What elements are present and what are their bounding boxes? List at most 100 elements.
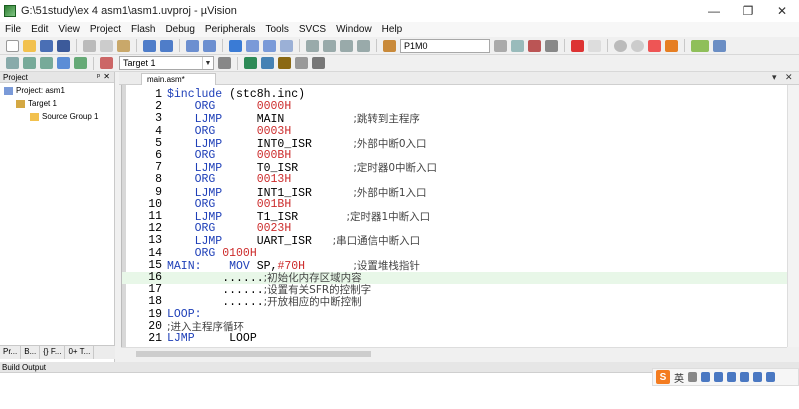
code-line[interactable]: 21 LJMP LOOP [122,332,788,345]
close-icon[interactable]: ✕ [103,72,110,81]
run-time-env-icon[interactable] [295,57,308,69]
menu-peripherals[interactable]: Peripherals [200,24,261,35]
tab-templates[interactable]: 0+ T... [65,346,95,359]
breakpoint-icon[interactable] [614,39,627,52]
menu-tools[interactable]: Tools [261,24,294,35]
code-line[interactable]: 15 MAIN: MOV SP,#70H ;设置堆栈指针 [122,259,788,272]
indent-icon[interactable] [306,39,319,52]
menu-help[interactable]: Help [377,24,408,35]
undo-icon[interactable] [143,39,156,52]
save-icon[interactable] [40,39,53,52]
maximize-button[interactable]: ❐ [731,0,765,22]
find-icon[interactable] [511,39,524,52]
menu-debug[interactable]: Debug [160,24,199,35]
ime-language-toggle[interactable]: 英 [674,370,684,385]
translate-icon[interactable] [6,57,19,69]
code-editor[interactable]: 1 $include (stc8h.inc) 2 ORG 0000H 3 LJMP M… [121,85,788,347]
menu-flash[interactable]: Flash [126,24,160,35]
code-line[interactable]: 2 ORG 0000H [122,100,788,113]
config-dropdown-icon[interactable] [588,39,601,52]
copy-icon[interactable] [100,39,113,52]
settings-icon[interactable] [665,39,678,52]
code-line[interactable]: 16 ......;初始化内存区域内容 [122,271,788,285]
close-button[interactable]: ✕ [765,0,799,22]
menu-file[interactable]: File [0,24,26,35]
next-bookmark-icon[interactable] [263,39,276,52]
code-line[interactable]: 10 ORG 001BH [122,198,788,211]
comment-icon[interactable] [340,39,353,52]
close-editor-icon[interactable]: ✕ [785,72,793,83]
uncomment-icon[interactable] [357,39,370,52]
code-line[interactable]: 19 LOOP: [122,308,788,321]
batch-build-icon[interactable] [57,57,70,69]
target-combo[interactable]: Target 1 ▼ [119,56,214,70]
scrollbar-thumb[interactable] [136,351,371,357]
code-line[interactable]: 4 ORG 0003H [122,125,788,138]
horizontal-scrollbar[interactable] [121,347,787,360]
configure-icon[interactable] [713,39,726,52]
tree-item-project[interactable]: Project: asm1 [4,86,65,95]
editor-tab-strip: main.asm* ▾ ✕ [119,72,799,85]
build-icon[interactable] [23,57,36,69]
keyboard-icon[interactable] [714,372,723,382]
menu-project[interactable]: Project [85,24,126,35]
incremental-find-icon[interactable] [545,39,558,52]
window-layout-icon[interactable] [691,39,709,52]
select-packs-icon[interactable] [278,57,291,69]
replace-icon[interactable] [528,39,541,52]
paste-icon[interactable] [117,39,130,52]
rebuild-icon[interactable] [40,57,53,69]
skin-icon[interactable] [727,372,736,382]
code-line[interactable]: 17 ......;设置有关SFR的控制字 [122,283,788,296]
cut-icon[interactable] [83,39,96,52]
tab-books[interactable]: B... [21,346,41,359]
disable-breakpoint-icon[interactable] [631,39,644,52]
debug-start-icon[interactable] [571,39,584,52]
combo-dropdown-icon[interactable] [494,39,507,52]
toolbox-icon[interactable] [740,372,749,382]
line-text: ORG 0023H [167,223,292,235]
tab-list-dropdown[interactable]: ▾ [772,72,777,83]
pack-installer-icon[interactable] [312,57,325,69]
pin-icon[interactable]: ᵖ [97,72,100,81]
menu-view[interactable]: View [53,24,85,35]
vertical-scrollbar[interactable] [787,85,799,347]
manage-components-icon[interactable] [244,57,257,69]
clear-bookmarks-icon[interactable] [280,39,293,52]
code-line[interactable]: 18 ......;开放相应的中断控制 [122,296,788,309]
save-all-icon[interactable] [57,39,70,52]
menu-svcs[interactable]: SVCS [294,24,331,35]
tab-functions[interactable]: {} F... [40,346,66,359]
stop-build-icon[interactable] [100,57,113,69]
new-file-icon[interactable] [6,39,19,52]
manage-project-icon[interactable] [261,57,274,69]
menu-window[interactable]: Window [331,24,377,35]
microphone-icon[interactable] [701,372,710,382]
download-icon[interactable] [74,57,87,69]
nav-back-icon[interactable] [186,39,199,52]
code-line[interactable]: 8 ORG 0013H [122,174,788,186]
tree-item-source-group[interactable]: Source Group 1 [30,112,98,121]
code-line[interactable]: 14 ORG 0100H [122,247,788,260]
tab-project[interactable]: Pr... [0,346,22,359]
nav-forward-icon[interactable] [203,39,216,52]
redo-icon[interactable] [160,39,173,52]
find-in-files-icon[interactable] [383,39,396,52]
open-file-icon[interactable] [23,39,36,52]
menu-edit[interactable]: Edit [26,24,53,35]
tab-main-asm[interactable]: main.asm* [141,73,216,85]
code-line[interactable]: 12 ORG 0023H [122,222,788,235]
target-options-icon[interactable] [218,57,231,69]
tree-item-target[interactable]: Target 1 [16,99,57,108]
ime-dot-icon[interactable] [688,372,697,382]
code-line[interactable]: 6 ORG 000BH [122,149,788,162]
kill-breakpoints-icon[interactable] [648,39,661,52]
minimize-button[interactable]: — [697,0,731,22]
bookmark-icon[interactable] [229,39,242,52]
symbol-combo[interactable]: P1M0 [400,38,490,53]
prev-bookmark-icon[interactable] [246,39,259,52]
menu-grid-icon[interactable] [766,372,775,382]
unindent-icon[interactable] [323,39,336,52]
sogou-logo-icon[interactable]: S [656,370,670,384]
user-icon[interactable] [753,372,762,382]
